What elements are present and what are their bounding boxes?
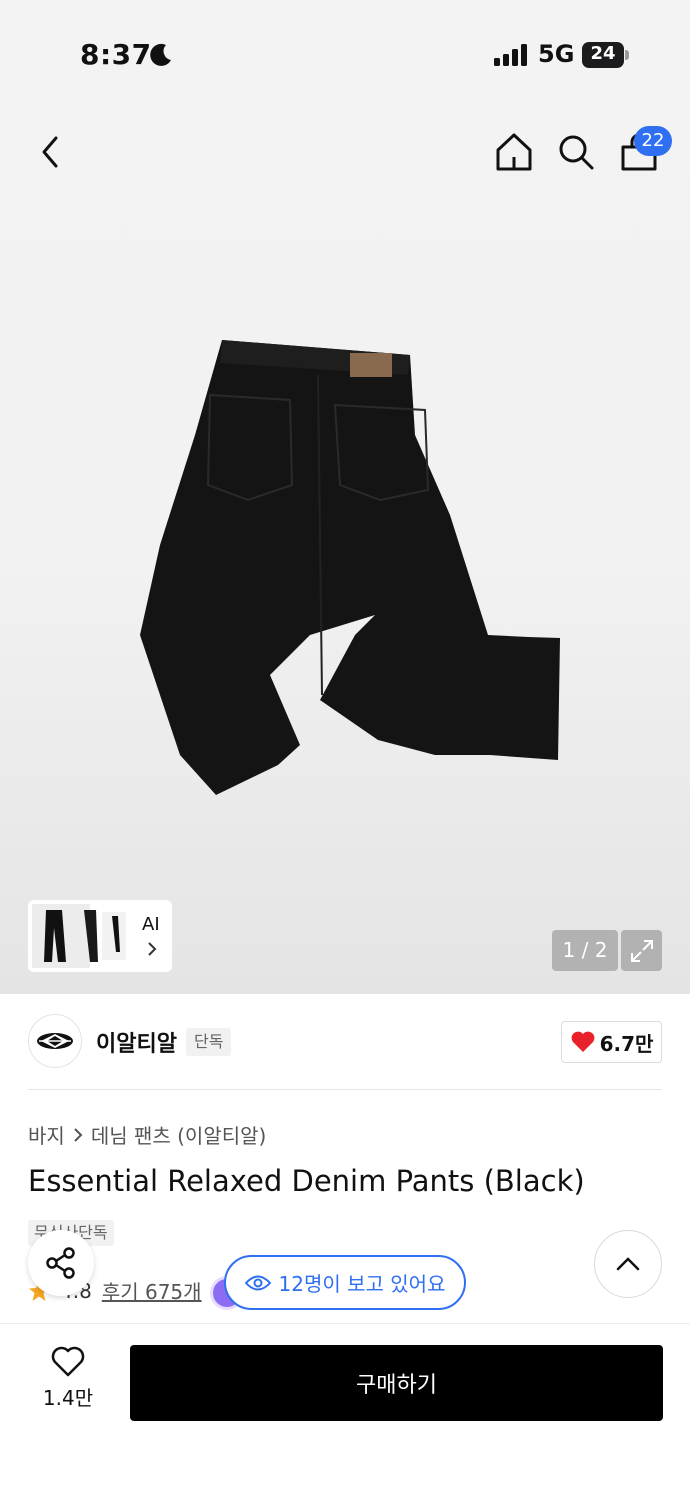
heart-icon (571, 1031, 594, 1052)
search-button[interactable] (556, 130, 596, 174)
expand-button[interactable] (621, 930, 662, 971)
page-counter: 1 / 2 (552, 930, 618, 971)
brand-name[interactable]: 이알티알 (96, 1026, 177, 1058)
moon-icon (150, 43, 171, 66)
brand-logo-mark (37, 1033, 73, 1049)
brand-like-button[interactable]: 6.7만 (561, 1021, 662, 1063)
share-icon (46, 1247, 75, 1279)
breadcrumb-subcategory[interactable]: 데님 팬츠 (이알티알) (91, 1120, 267, 1149)
home-icon (496, 133, 532, 171)
brand-logo[interactable] (28, 1014, 82, 1068)
network-label: 5G (538, 40, 575, 68)
chevron-right-icon (148, 942, 157, 956)
breadcrumb: 바지 데님 팬츠 (이알티알) (28, 1120, 266, 1149)
brand-like-count: 6.7만 (599, 1031, 654, 1056)
breadcrumb-category[interactable]: 바지 (28, 1120, 65, 1149)
viewers-text: 12명이 보고 있어요 (278, 1272, 446, 1296)
status-time: 8:37 (80, 38, 152, 71)
viewers-chip: 12명이 보고 있어요 (224, 1255, 466, 1310)
heart-outline-icon (51, 1346, 85, 1377)
review-link[interactable]: 후기 675개 (102, 1276, 202, 1305)
thumbnail-image (32, 904, 126, 968)
eye-icon (244, 1275, 271, 1290)
product-like-count: 1.4만 (42, 1386, 94, 1410)
signal-icon (494, 44, 527, 66)
buy-button[interactable]: 구매하기 (130, 1345, 663, 1421)
chevron-right-icon (74, 1127, 83, 1142)
ai-label: AI (142, 914, 160, 935)
expand-icon (630, 939, 653, 962)
home-button[interactable] (494, 130, 534, 174)
bottom-divider (0, 1323, 690, 1324)
chevron-up-icon (616, 1257, 640, 1271)
product-like-button[interactable]: 1.4만 (28, 1346, 108, 1420)
product-title: Essential Relaxed Denim Pants (Black) (28, 1164, 585, 1198)
share-button[interactable] (28, 1230, 94, 1296)
battery-icon: 24 (582, 42, 630, 68)
cart-count-badge: 22 (634, 126, 672, 156)
search-icon (559, 135, 594, 170)
scroll-top-button[interactable] (594, 1230, 662, 1298)
product-image[interactable] (140, 335, 570, 825)
image-thumbnail[interactable]: AI (28, 900, 172, 972)
exclusive-badge: 단독 (186, 1028, 232, 1056)
back-icon (42, 136, 58, 168)
back-button[interactable] (30, 130, 70, 174)
status-bar: 8:37 5G 24 (0, 0, 690, 110)
battery-level: 24 (590, 43, 616, 64)
divider (28, 1089, 662, 1090)
